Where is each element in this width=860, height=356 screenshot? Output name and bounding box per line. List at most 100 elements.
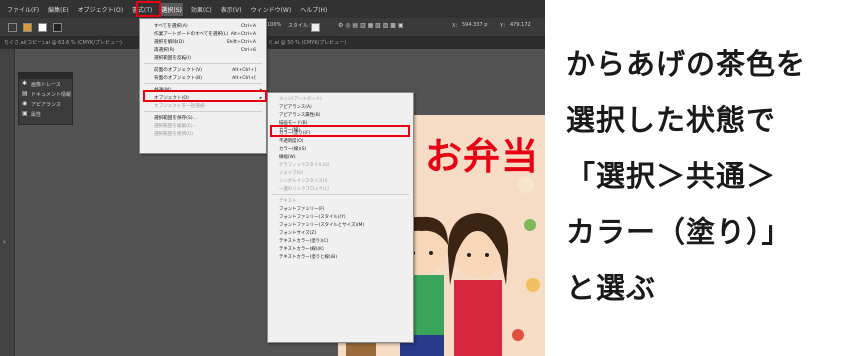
common-submenu-item[interactable]: テキストカラー(塗り)(C) [268, 238, 413, 245]
caption-line: と選ぶ [566, 271, 657, 305]
zoom-value[interactable]: 100% [267, 22, 281, 33]
select-menu-item[interactable]: 選択範囲を反転(I) [140, 55, 266, 62]
menu-bar: ファイル(F) 編集(E) オブジェクト(O) 書式(T) 選択(S) 効果(C… [0, 0, 545, 18]
menu-select[interactable]: 選択(S) [160, 2, 183, 16]
select-menu-item[interactable]: 再選択(R) Ctrl+6 [140, 47, 266, 54]
stroke-weight-icon[interactable] [53, 23, 62, 32]
menu-item-label: テキストカラー(線)(K) [279, 247, 324, 252]
menu-item-label: グラフィックスタイル(G) [279, 163, 330, 168]
menu-edit[interactable]: 編集(E) [47, 3, 69, 16]
instruction-caption: からあげの茶色を 選択した状態で 「選択＞共通＞ カラー（塗り）」 と選ぶ [566, 36, 856, 316]
common-submenu-item[interactable]: フォントファミリー(スタイル)(Y) [268, 214, 413, 221]
common-submenu-item[interactable]: 不透明度(O) [268, 138, 413, 145]
fill-color-item-highlight [270, 125, 410, 137]
caption-line: カラー（塗り）」 [566, 215, 792, 249]
common-submenu-item: シンボルインスタンス(I) [268, 178, 413, 185]
select-menu-dropdown: すべてを選択(A) Ctrl+A 作業アートボードのすべてを選択(L) Alt+Ctr… [139, 18, 267, 154]
menu-window[interactable]: ウィンドウ(W) [250, 3, 293, 16]
document-tab[interactable]: ちぐさ.ai(コピー).ai @ 63.6 % (CMYK/プレビュー) [4, 39, 122, 46]
expand-arrow-icon[interactable]: › [3, 238, 6, 246]
panel-item[interactable]: ◉ アピアランス [19, 99, 72, 109]
select-menu-item[interactable]: 選択を解除(D) Shift+Ctrl+A [140, 39, 266, 46]
menu-item-label: オブジェクトを一括選択 [154, 104, 205, 109]
select-menu-item[interactable]: 選択範囲を保存(S)... [140, 115, 266, 122]
menu-item-label: テキストカラー(塗りと線)(B) [279, 255, 338, 260]
menu-item-label: 選択を解除(D) [154, 40, 185, 45]
menu-item-label: テキストカラー(塗り)(C) [279, 239, 329, 244]
menu-view[interactable]: 表示(V) [220, 3, 243, 16]
menu-item-label: アピアランス属性(B) [279, 113, 321, 118]
menu-item-label: 前面のオブジェクト(V) [154, 68, 203, 73]
menu-file[interactable]: ファイル(F) [6, 3, 40, 16]
common-submenu-item: 一連のリンクブロック(L) [268, 186, 413, 193]
menu-help[interactable]: ヘルプ(H) [299, 3, 328, 16]
x-label: X： [452, 23, 461, 29]
select-menu-item[interactable]: 前面のオブジェクト(V) Alt+Ctrl+] [140, 67, 266, 74]
panel-item[interactable]: ✱ 画像トレース [19, 79, 72, 89]
control-bar: 100% スタイル： ⚙ ◎ ▤ ▥ ▦ ▧ ▨ ▩ ▣ X： 594.337 … [0, 18, 545, 37]
common-submenu-item[interactable]: フォントファミリー(スタイルとサイズ)(M) [268, 222, 413, 229]
menu-item-label: 不透明度(O) [279, 139, 304, 144]
common-submenu-item[interactable]: テキストカラー(線)(K) [268, 246, 413, 253]
panel-item[interactable]: ▤ ドキュメント情報 [19, 89, 72, 99]
menu-object[interactable]: オブジェクト(O) [77, 3, 124, 16]
select-menu-item[interactable]: 作業アートボードのすべてを選択(L) Alt+Ctrl+A [140, 31, 266, 38]
common-submenu-item[interactable]: フォントサイズ(Z) [268, 230, 413, 237]
y-value[interactable]: 479.172 [510, 22, 531, 33]
menu-separator [272, 194, 409, 195]
menu-item-label: フォントファミリー(F) [279, 207, 325, 212]
style-swatch[interactable] [311, 23, 320, 32]
image-trace-icon: ✱ [22, 80, 28, 87]
menu-separator [144, 63, 262, 64]
select-menu-item: オブジェクトを一括選択 [140, 103, 266, 110]
menu-item-label: 選択範囲を編集(E)... [154, 124, 198, 129]
select-menu-item[interactable]: すべてを選択(A) Ctrl+A [140, 23, 266, 30]
illustrator-screenshot: ファイル(F) 編集(E) オブジェクト(O) 書式(T) 選択(S) 効果(C… [0, 0, 545, 356]
menu-item-label: すべてを選択(A) [154, 24, 188, 29]
select-menu-highlight [136, 1, 161, 17]
menu-item-shortcut: Shift+Ctrl+A [226, 40, 256, 45]
select-menu-item[interactable]: 背面のオブジェクト(B) Alt+Ctrl+[ [140, 75, 266, 82]
menu-item-label: 選択範囲を反転(I) [154, 56, 192, 61]
document-tab-bar: ちぐさ.ai(コピー).ai @ 63.6 % (CMYK/プレビュー) ぐ.a… [0, 37, 545, 49]
menu-item-label: シンボルインスタンス(I) [279, 179, 328, 184]
common-submenu-item: エッジ(アートボード) [268, 96, 413, 103]
menu-item-shortcut: Ctrl+A [240, 24, 256, 29]
caption-line: からあげの茶色を [566, 47, 807, 81]
selection-icon[interactable] [8, 23, 17, 32]
left-dock [0, 49, 15, 356]
common-submenu-item[interactable]: テキストカラー(塗りと線)(B) [268, 254, 413, 261]
fill-swatch[interactable] [23, 23, 32, 32]
align-icons[interactable]: ⚙ ◎ ▤ ▥ ▦ ▧ ▨ ▩ ▣ [338, 22, 404, 33]
menu-item-label: フォントファミリー(スタイルとサイズ)(M) [279, 223, 365, 228]
common-submenu-item[interactable]: アピアランス属性(B) [268, 112, 413, 119]
document-info-icon: ▤ [22, 90, 28, 97]
menu-item-label: テキスト [279, 199, 297, 204]
menu-item-label: カラー(線)(S) [279, 147, 307, 152]
common-submenu-item[interactable]: アピアランス(A) [268, 104, 413, 111]
menu-separator [144, 111, 262, 112]
artwork-title: お弁当 [425, 135, 539, 178]
y-label: Y： [500, 23, 509, 29]
menu-item-shortcut: Alt+Ctrl+[ [232, 76, 256, 81]
menu-item-label: フォントファミリー(スタイル)(Y) [279, 215, 346, 220]
menu-effect[interactable]: 効果(C) [190, 3, 213, 16]
menu-item-shortcut: Ctrl+6 [241, 48, 256, 53]
common-submenu-item[interactable]: フォントファミリー(F) [268, 206, 413, 213]
stroke-swatch[interactable] [38, 23, 47, 32]
menu-item-label: フォントサイズ(Z) [279, 231, 317, 236]
menu-item-label: 選択範囲を更新(U) [154, 132, 194, 137]
style-label: スタイル： [288, 23, 314, 29]
menu-item-label: エッジ(アートボード) [279, 97, 322, 102]
select-menu-item: 選択範囲を更新(U) [140, 131, 266, 138]
common-submenu-item[interactable]: 線幅(W) [268, 154, 413, 161]
caption-line: 「選択＞共通＞ [566, 159, 777, 193]
menu-item-label: 背面のオブジェクト(B) [154, 76, 203, 81]
common-submenu-item: シェイプ(H) [268, 170, 413, 177]
x-value[interactable]: 594.337 p [462, 22, 487, 33]
document-tab[interactable]: ぐ.ai @ 50 % (CMYK/プレビュー) [268, 39, 346, 46]
common-submenu-item[interactable]: カラー(線)(S) [268, 146, 413, 153]
artboard-icon: ▣ [22, 110, 28, 117]
select-menu-item: 選択範囲を編集(E)... [140, 123, 266, 130]
panel-item[interactable]: ▣ 属性 [19, 109, 72, 119]
